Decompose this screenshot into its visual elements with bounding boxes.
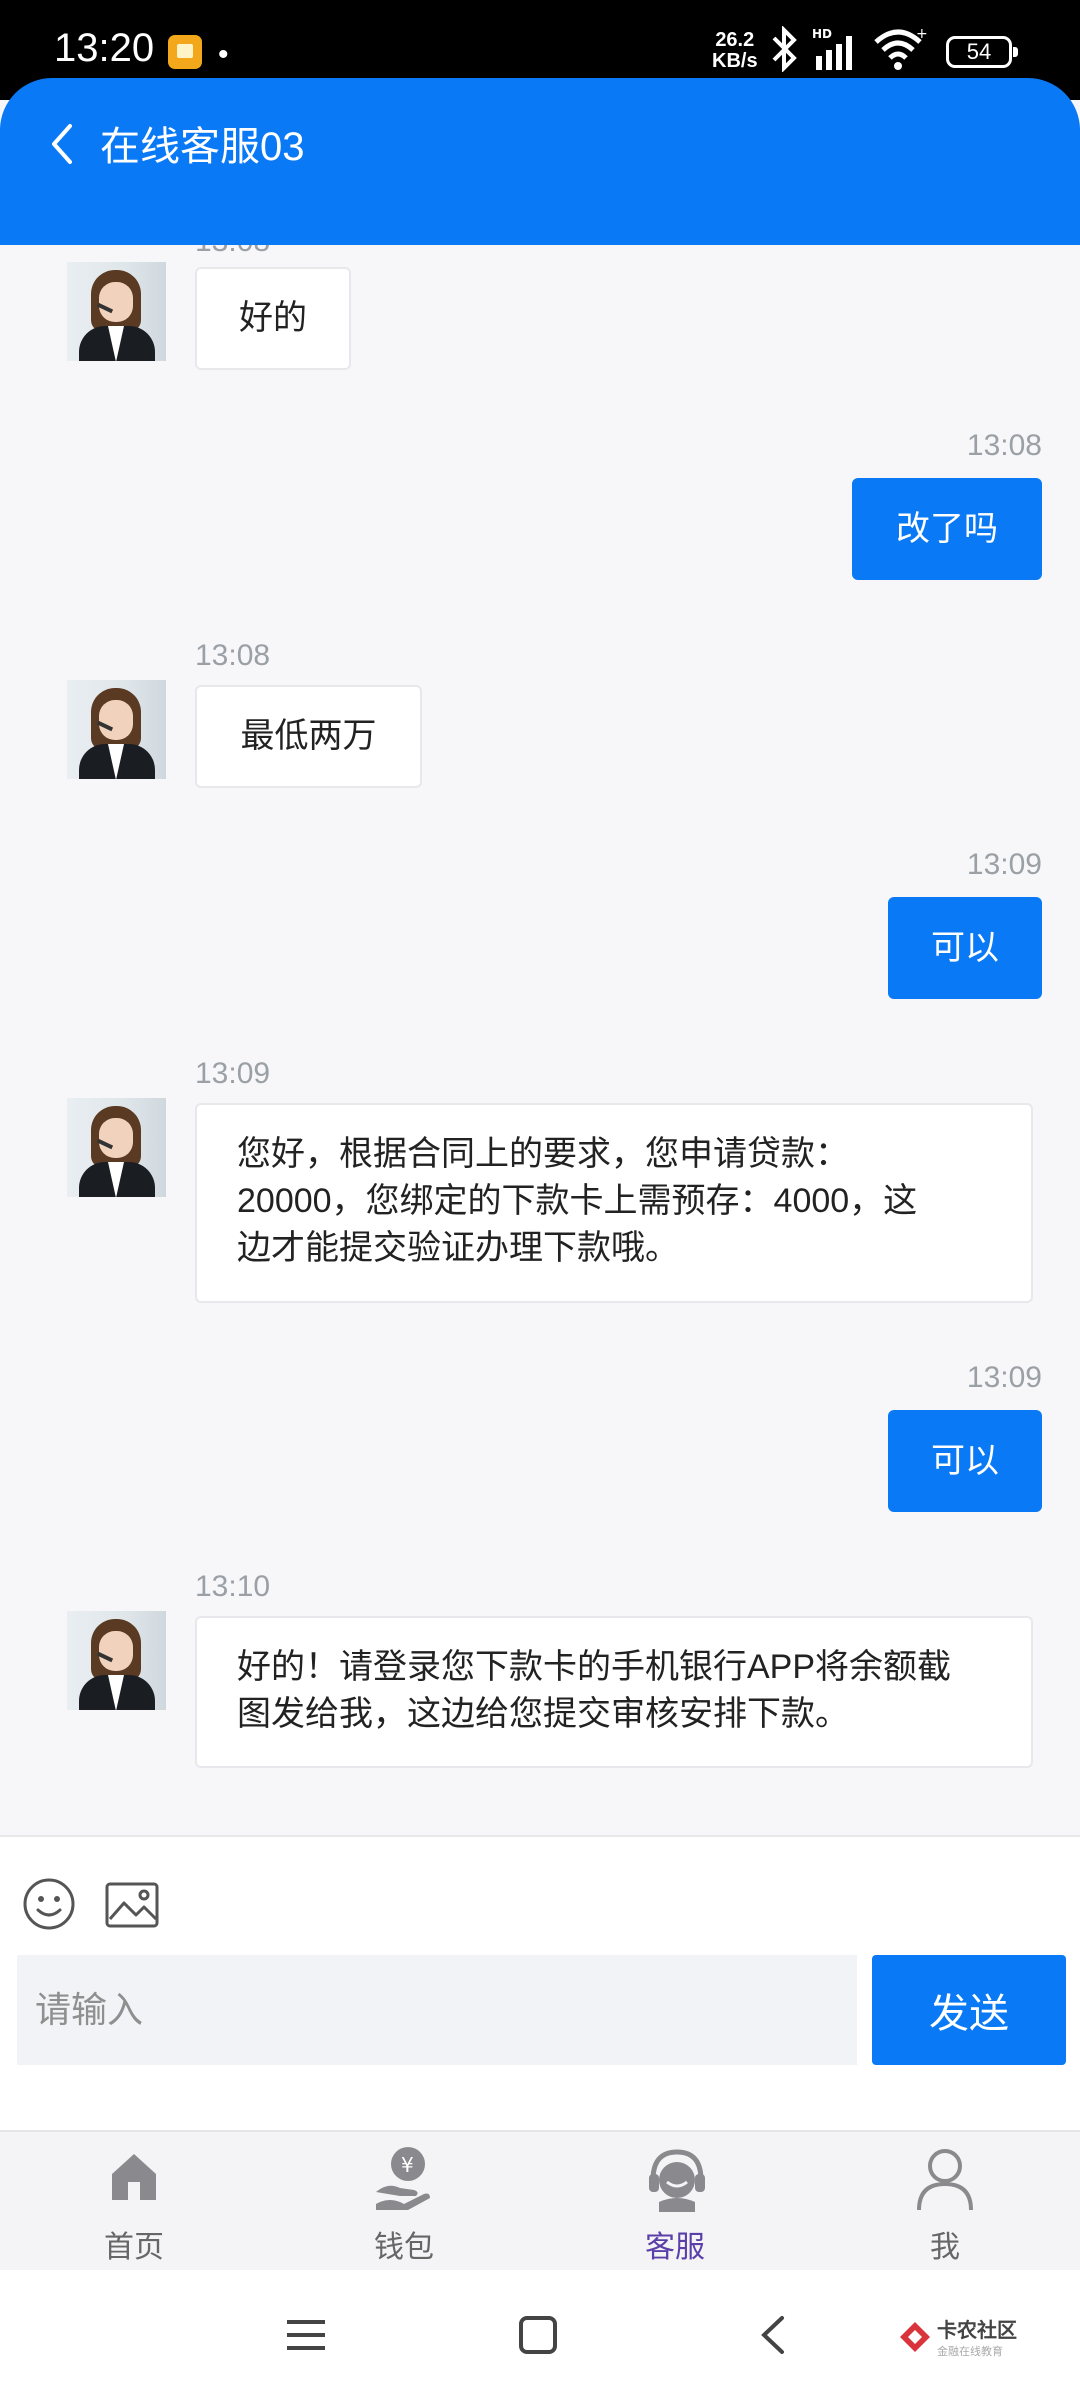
network-speed-unit: KB/s xyxy=(712,50,758,72)
message-line: 20000，您绑定的下款卡上需预存：4000，这 xyxy=(237,1182,918,1220)
tab-profile[interactable]: 我 xyxy=(845,2132,1045,2272)
tab-label: 客服 xyxy=(645,2231,705,2264)
send-button[interactable]: 发送 xyxy=(872,1955,1066,2065)
cellular-signal-icon: HD xyxy=(812,27,852,70)
menu-icon[interactable] xyxy=(285,2314,327,2356)
profile-icon xyxy=(917,2149,973,2211)
tab-wallet[interactable]: ¥ 钱包 xyxy=(304,2132,504,2272)
message-timestamp: 13:09 xyxy=(195,1057,271,1090)
bluetooth-icon xyxy=(772,26,797,72)
svg-text:+: + xyxy=(916,26,928,42)
tab-customer-service[interactable]: 客服 xyxy=(575,2132,775,2272)
watermark-subtitle: 金融在线教育 xyxy=(937,2346,1004,2358)
customer-service-icon xyxy=(649,2149,705,2212)
battery-indicator: 54 xyxy=(946,36,1018,68)
agent-message-bubble: 好的 xyxy=(195,267,351,370)
user-message-bubble: 可以 xyxy=(888,1410,1042,1512)
watermark: 卡农社区 金融在线教育 xyxy=(898,2314,1017,2359)
status-time: 13:20 xyxy=(54,26,155,70)
home-square-icon[interactable] xyxy=(517,2314,559,2356)
watermark-title: 卡农社区 xyxy=(937,2320,1018,2342)
message-timestamp: 13:08 xyxy=(195,639,271,672)
agent-avatar[interactable] xyxy=(67,1611,166,1710)
message-line: 图发给我，这边给您提交审核安排下款。 xyxy=(237,1695,849,1733)
agent-message-bubble: 最低两万 xyxy=(195,685,422,788)
agent-avatar[interactable] xyxy=(67,680,166,779)
tab-label: 钱包 xyxy=(374,2231,434,2264)
svg-text:HD: HD xyxy=(812,27,832,41)
tab-label: 首页 xyxy=(104,2231,164,2264)
message-timestamp: 13:09 xyxy=(966,1361,1042,1394)
user-message-bubble: 可以 xyxy=(888,897,1042,999)
message-composer: 发送 xyxy=(0,1835,1080,2130)
message-line: 好的！请登录您下款卡的手机银行APP将余额截 xyxy=(237,1648,952,1686)
chat-message-list[interactable]: 13:08 好的 13:08 改了吗 13:08 最低两万 13:09 可以 1… xyxy=(0,245,1080,1835)
emoji-icon[interactable] xyxy=(22,1877,76,1931)
network-speed: 26.2 KB/s xyxy=(712,30,758,72)
image-picker-icon[interactable] xyxy=(104,1881,160,1929)
bottom-navigation: 首页 ¥ 钱包 客服 我 xyxy=(0,2130,1080,2270)
message-line: 您好，根据合同上的要求，您申请贷款： xyxy=(237,1135,849,1173)
wifi-icon: + xyxy=(874,26,928,70)
back-icon[interactable] xyxy=(752,2314,794,2356)
agent-message-bubble: 您好，根据合同上的要求，您申请贷款： 20000，您绑定的下款卡上需预存：400… xyxy=(195,1103,1033,1303)
agent-avatar[interactable] xyxy=(67,1098,166,1197)
page-title: 在线客服03 xyxy=(100,125,305,169)
wallet-icon: ¥ xyxy=(376,2147,430,2210)
tab-home[interactable]: 首页 xyxy=(34,2132,234,2272)
agent-message-bubble: 好的！请登录您下款卡的手机银行APP将余额截 图发给我，这边给您提交审核安排下款… xyxy=(195,1616,1033,1768)
message-input[interactable] xyxy=(17,1955,857,2065)
message-timestamp: 13:08 xyxy=(966,429,1042,462)
message-timestamp: 13:10 xyxy=(195,1570,271,1603)
user-message-bubble: 改了吗 xyxy=(852,478,1042,580)
watermark-logo-icon xyxy=(900,2321,930,2352)
system-navigation-bar: 卡农社区 金融在线教育 xyxy=(0,2270,1080,2400)
tab-label: 我 xyxy=(930,2231,960,2264)
message-line: 边才能提交验证办理下款哦。 xyxy=(237,1229,679,1267)
svg-text:¥: ¥ xyxy=(401,2153,414,2177)
agent-avatar[interactable] xyxy=(67,262,166,361)
home-icon xyxy=(112,2154,156,2200)
message-timestamp: 13:09 xyxy=(966,848,1042,881)
notification-app-icon xyxy=(168,35,202,69)
network-speed-value: 26.2 xyxy=(715,29,755,51)
chat-header: 在线客服03 xyxy=(0,78,1080,245)
notification-dot: • xyxy=(218,38,229,71)
message-timestamp: 13:08 xyxy=(195,245,270,259)
back-arrow-icon[interactable] xyxy=(42,114,82,174)
